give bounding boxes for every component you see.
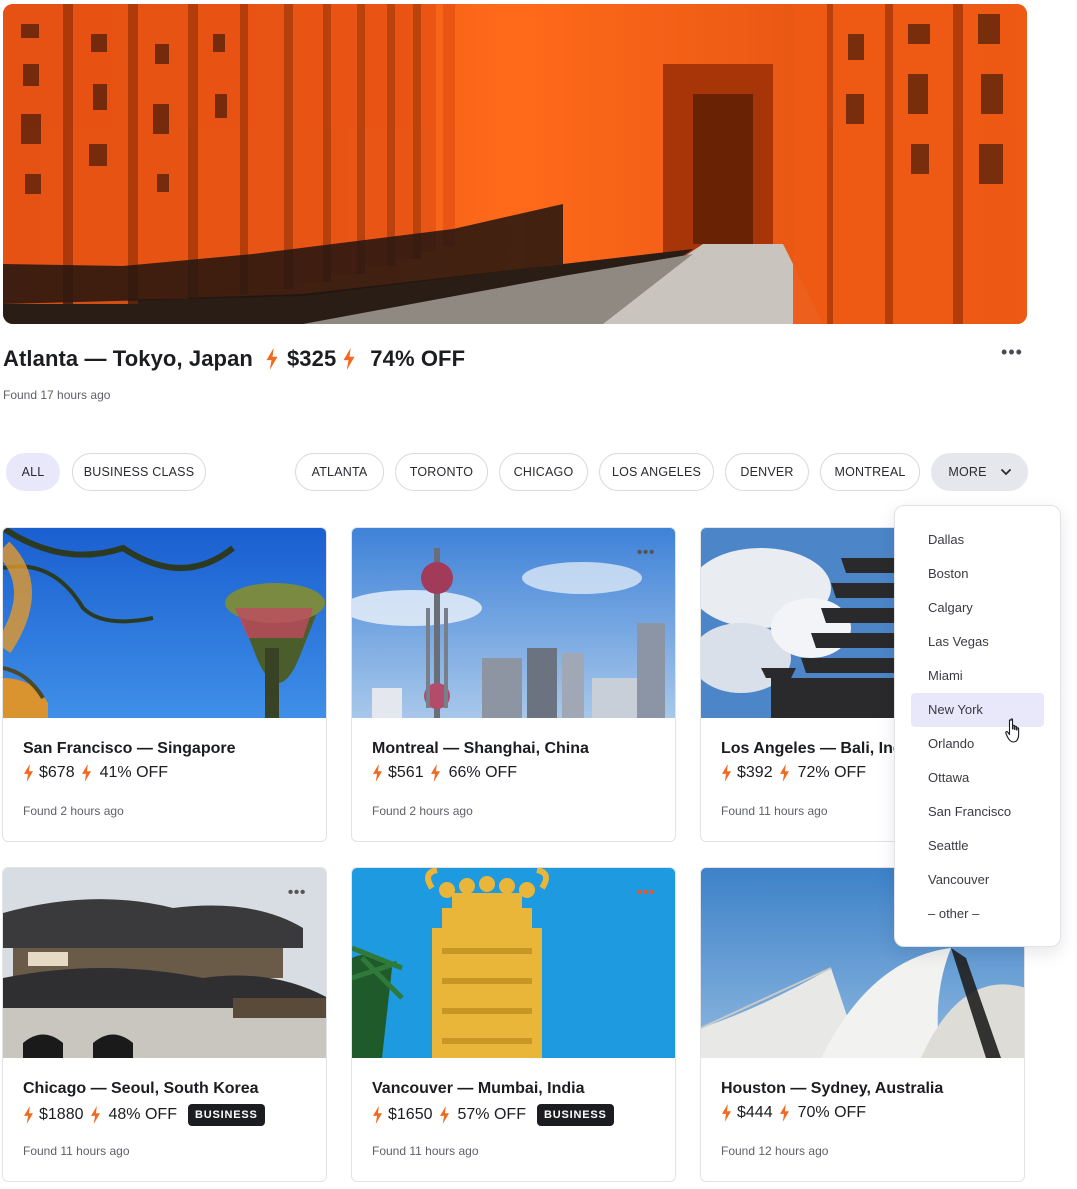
filter-business-class[interactable]: BUSINESS CLASS bbox=[72, 453, 206, 491]
hero-discount: 74% OFF bbox=[370, 346, 466, 371]
deal-found-time: Found 2 hours ago bbox=[23, 804, 124, 818]
deal-price-value: $561 bbox=[388, 764, 424, 781]
dropdown-item-miami[interactable]: Miami bbox=[911, 659, 1044, 693]
filter-more-button[interactable]: MORE bbox=[931, 453, 1028, 491]
filter-all[interactable]: ALL bbox=[6, 453, 60, 491]
deal-found-time: Found 12 hours ago bbox=[721, 1144, 829, 1158]
deal-found-time: Found 2 hours ago bbox=[372, 804, 473, 818]
dropdown-item-new-york[interactable]: New York bbox=[911, 693, 1044, 727]
filter-city-chicago[interactable]: CHICAGO bbox=[499, 453, 588, 491]
bolt-icon bbox=[23, 764, 34, 782]
bolt-icon bbox=[721, 1104, 732, 1122]
bolt-icon bbox=[372, 764, 383, 782]
dropdown-item-san-francisco[interactable]: San Francisco bbox=[911, 795, 1044, 829]
bolt-icon bbox=[779, 764, 790, 782]
ellipsis-icon[interactable]: ••• bbox=[288, 885, 306, 901]
hero-found-time: Found 17 hours ago bbox=[3, 388, 111, 402]
ellipsis-icon[interactable]: ••• bbox=[637, 545, 655, 561]
deal-price-value: $678 bbox=[39, 764, 75, 781]
deal-found-time: Found 11 hours ago bbox=[372, 1144, 479, 1158]
deal-found-time: Found 11 hours ago bbox=[721, 804, 828, 818]
deal-price-value: $1650 bbox=[388, 1106, 433, 1123]
business-badge: BUSINESS bbox=[536, 1104, 614, 1126]
filter-city-denver[interactable]: DENVER bbox=[725, 453, 809, 491]
deal-card[interactable]: ••• Montreal — Shanghai, China $561 66% … bbox=[351, 527, 676, 842]
bolt-icon bbox=[342, 348, 356, 370]
filter-more-label: MORE bbox=[948, 465, 987, 479]
bolt-icon bbox=[439, 1106, 450, 1124]
bolt-icon bbox=[90, 1106, 101, 1124]
ellipsis-icon[interactable]: ••• bbox=[1000, 343, 1024, 361]
dropdown-item-seattle[interactable]: Seattle bbox=[911, 829, 1044, 863]
deal-image bbox=[352, 528, 675, 718]
deal-card[interactable]: ••• Vancouver — Mumbai, India $1650 57% … bbox=[351, 867, 676, 1182]
hero-price: $325 bbox=[286, 346, 337, 371]
city-dropdown-menu: Dallas Boston Calgary Las Vegas Miami Ne… bbox=[894, 505, 1061, 947]
deal-price: $1650 57% OFF BUSINESS bbox=[372, 1104, 614, 1126]
deal-card[interactable]: ••• Chicago — Seoul, South Korea $1880 4… bbox=[2, 867, 327, 1182]
filter-city-toronto[interactable]: TORONTO bbox=[395, 453, 488, 491]
deal-price-value: $1880 bbox=[39, 1106, 84, 1123]
bolt-icon bbox=[23, 1106, 34, 1124]
bolt-icon bbox=[721, 764, 732, 782]
deal-discount: 41% OFF bbox=[99, 764, 169, 781]
hand-cursor-icon bbox=[1005, 718, 1020, 743]
hero-image[interactable] bbox=[3, 4, 1027, 324]
dropdown-item-dallas[interactable]: Dallas bbox=[911, 523, 1044, 557]
deal-price-value: $392 bbox=[737, 764, 773, 781]
bolt-icon bbox=[81, 764, 92, 782]
filter-city-montreal[interactable]: MONTREAL bbox=[820, 453, 920, 491]
ellipsis-icon[interactable]: ••• bbox=[637, 885, 655, 901]
deal-route: Chicago — Seoul, South Korea bbox=[23, 1080, 259, 1097]
deal-discount: 72% OFF bbox=[797, 764, 867, 781]
dropdown-item-orlando[interactable]: Orlando bbox=[911, 727, 1044, 761]
deal-route: Montreal — Shanghai, China bbox=[372, 740, 589, 757]
filter-city-los-angeles[interactable]: LOS ANGELES bbox=[599, 453, 714, 491]
hero-title[interactable]: Atlanta — Tokyo, Japan $325 74% OFF bbox=[3, 346, 465, 372]
deal-route: Los Angeles — Bali, Ind bbox=[721, 740, 903, 757]
deal-price: $561 66% OFF bbox=[372, 764, 517, 782]
deal-card[interactable]: San Francisco — Singapore $678 41% OFF F… bbox=[2, 527, 327, 842]
hero-route: Atlanta — Tokyo, Japan bbox=[3, 346, 253, 371]
deal-price: $392 72% OFF bbox=[721, 764, 866, 782]
deal-discount: 70% OFF bbox=[797, 1104, 867, 1121]
deal-price: $678 41% OFF bbox=[23, 764, 168, 782]
deal-image bbox=[3, 868, 326, 1058]
dropdown-item-boston[interactable]: Boston bbox=[911, 557, 1044, 591]
deal-discount: 57% OFF bbox=[457, 1106, 526, 1123]
business-badge: BUSINESS bbox=[187, 1104, 265, 1126]
dropdown-item-other[interactable]: – other – bbox=[911, 897, 1044, 931]
bolt-icon bbox=[779, 1104, 790, 1122]
deal-route: Houston — Sydney, Australia bbox=[721, 1080, 944, 1097]
deal-discount: 66% OFF bbox=[448, 764, 518, 781]
deal-route: San Francisco — Singapore bbox=[23, 740, 236, 757]
dropdown-item-ottawa[interactable]: Ottawa bbox=[911, 761, 1044, 795]
dropdown-item-las-vegas[interactable]: Las Vegas bbox=[911, 625, 1044, 659]
deal-image bbox=[3, 528, 326, 718]
bolt-icon bbox=[265, 348, 279, 370]
deal-route: Vancouver — Mumbai, India bbox=[372, 1080, 585, 1097]
dropdown-item-calgary[interactable]: Calgary bbox=[911, 591, 1044, 625]
deal-price: $444 70% OFF bbox=[721, 1104, 866, 1122]
deal-image bbox=[352, 868, 675, 1058]
deal-price-value: $444 bbox=[737, 1104, 773, 1121]
dropdown-item-vancouver[interactable]: Vancouver bbox=[911, 863, 1044, 897]
bolt-icon bbox=[430, 764, 441, 782]
deal-discount: 48% OFF bbox=[108, 1106, 177, 1123]
chevron-down-icon bbox=[1000, 468, 1011, 475]
bolt-icon bbox=[372, 1106, 383, 1124]
filter-city-atlanta[interactable]: ATLANTA bbox=[295, 453, 384, 491]
deal-found-time: Found 11 hours ago bbox=[23, 1144, 130, 1158]
deal-price: $1880 48% OFF BUSINESS bbox=[23, 1104, 265, 1126]
